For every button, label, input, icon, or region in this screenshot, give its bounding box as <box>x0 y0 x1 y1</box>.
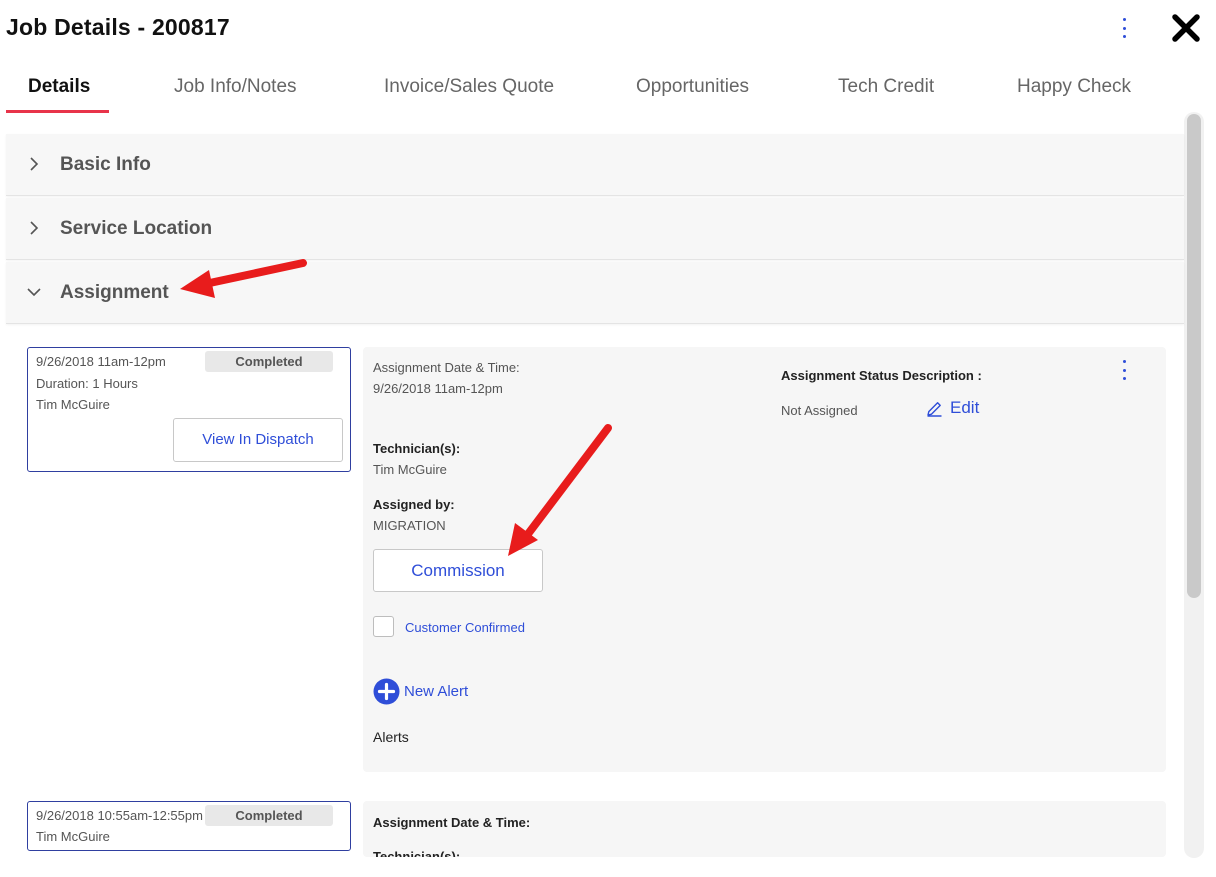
assignment-duration: Duration: 1 Hours <box>36 376 138 391</box>
assignment-time-range: 9/26/2018 10:55am-12:55pm <box>36 808 203 823</box>
more-options-icon[interactable] <box>1116 16 1132 40</box>
assignment-card[interactable]: 9/26/2018 11am-12pm Completed Duration: … <box>27 347 351 472</box>
new-alert-link[interactable]: New Alert <box>404 683 468 700</box>
close-icon[interactable] <box>1170 12 1202 44</box>
tab-bar: Details Job Info/Notes Invoice/Sales Quo… <box>6 66 1186 114</box>
assignment-detail-panel: Assignment Date & Time: 9/26/2018 11am-1… <box>363 347 1166 772</box>
technicians-label: Technician(s): <box>373 441 461 456</box>
section-label: Assignment <box>60 282 169 303</box>
tab-tech-credit[interactable]: Tech Credit <box>838 76 934 98</box>
status-badge: Completed <box>205 351 333 372</box>
assignment-technician: Tim McGuire <box>36 397 110 412</box>
status-description-value: Not Assigned <box>781 403 858 418</box>
page-title: Job Details - 200817 <box>6 14 230 40</box>
active-tab-indicator <box>6 110 109 113</box>
section-label: Service Location <box>60 218 213 239</box>
commission-button[interactable]: Commission <box>373 549 543 592</box>
customer-confirmed-label[interactable]: Customer Confirmed <box>405 620 525 635</box>
section-assignment[interactable]: Assignment <box>6 262 1184 324</box>
tab-invoice-sales-quote[interactable]: Invoice/Sales Quote <box>384 76 554 98</box>
section-basic-info[interactable]: Basic Info <box>6 134 1184 196</box>
chevron-right-icon <box>30 157 39 171</box>
assignment-detail-panel: Assignment Date & Time: Technician(s): <box>363 801 1166 857</box>
chevron-right-icon <box>30 221 39 235</box>
tab-job-info-notes[interactable]: Job Info/Notes <box>174 76 297 98</box>
section-label: Basic Info <box>60 154 151 175</box>
assignment-date-label: Assignment Date & Time: <box>373 360 520 375</box>
pencil-icon[interactable] <box>926 400 943 417</box>
assigned-by-label: Assigned by: <box>373 497 455 512</box>
chevron-down-icon <box>27 288 41 297</box>
scrollbar[interactable] <box>1184 112 1204 858</box>
section-service-location[interactable]: Service Location <box>6 198 1184 260</box>
status-badge: Completed <box>205 805 333 826</box>
assignment-date-value: 9/26/2018 11am-12pm <box>373 381 503 396</box>
add-circle-icon[interactable] <box>373 678 400 705</box>
customer-confirmed-checkbox[interactable] <box>373 616 394 637</box>
tab-opportunities[interactable]: Opportunities <box>636 76 749 98</box>
assignment-time-range: 9/26/2018 11am-12pm <box>36 354 166 369</box>
status-description-label: Assignment Status Description : <box>781 368 982 383</box>
alerts-label: Alerts <box>373 729 409 745</box>
technicians-value: Tim McGuire <box>373 462 447 477</box>
view-in-dispatch-button[interactable]: View In Dispatch <box>173 418 343 462</box>
edit-status-link[interactable]: Edit <box>950 398 979 418</box>
assignment-date-label: Assignment Date & Time: <box>373 815 531 830</box>
assignment-technician: Tim McGuire <box>36 829 110 844</box>
tab-happy-check[interactable]: Happy Check <box>1017 76 1131 98</box>
technicians-label: Technician(s): <box>373 849 461 857</box>
tab-details[interactable]: Details <box>28 76 90 98</box>
assignment-card[interactable]: 9/26/2018 10:55am-12:55pm Completed Tim … <box>27 801 351 851</box>
scrollbar-thumb[interactable] <box>1187 114 1201 598</box>
assignment-more-options-icon[interactable] <box>1117 358 1131 382</box>
assigned-by-value: MIGRATION <box>373 518 446 533</box>
